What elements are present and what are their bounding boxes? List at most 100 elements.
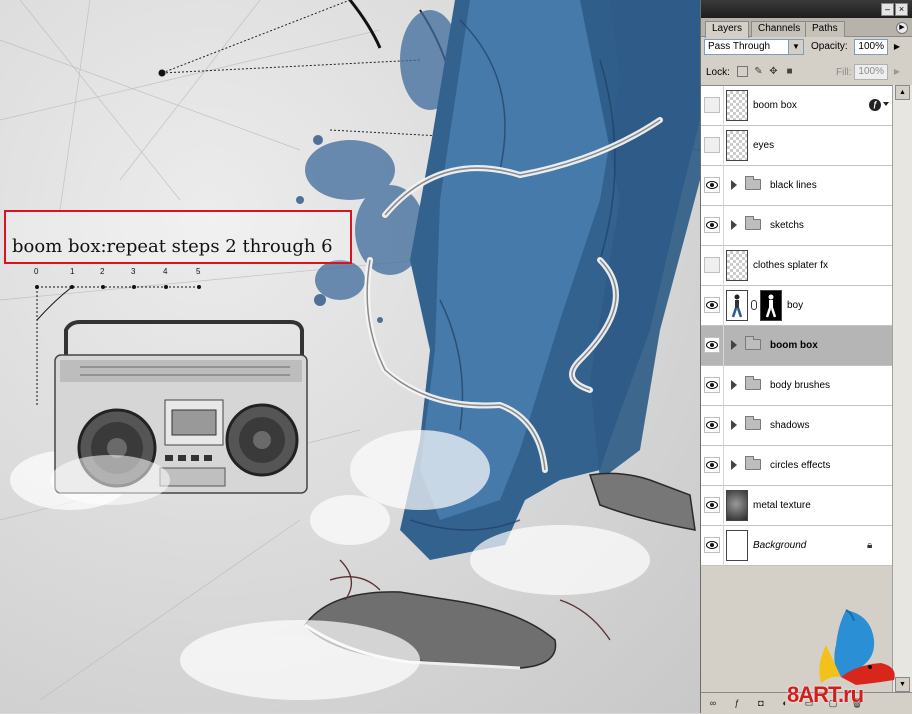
layer-row[interactable]: boy [701,286,892,326]
layer-style-icon[interactable]: ƒ [731,697,743,709]
visibility-toggle[interactable] [704,377,720,393]
fill-slider-arrow-icon[interactable]: ▶ [890,64,904,80]
fill-input[interactable]: 100% [854,64,888,80]
visibility-toggle[interactable] [704,497,720,513]
panel-title-bar[interactable]: – × [701,0,912,18]
layer-name: metal texture [753,500,811,511]
scroll-up-icon[interactable]: ▲ [895,85,910,100]
layer-group-row[interactable]: black lines [701,166,892,206]
layer-name: black lines [770,180,817,191]
visibility-toggle[interactable] [704,177,720,193]
visibility-toggle[interactable] [704,537,720,553]
watermark-text: 8ART.ru [787,682,864,707]
blend-opacity-row: Pass Through ▼ Opacity: 100% ▶ [701,37,912,59]
tab-layers[interactable]: Layers [705,21,750,38]
layer-name: circles effects [770,460,831,471]
folder-icon [745,456,761,470]
expand-group-icon[interactable] [731,460,737,470]
opacity-slider-arrow-icon[interactable]: ▶ [890,39,904,55]
layer-group-row[interactable]: circles effects [701,446,892,486]
layer-thumbnail [726,90,748,121]
minimize-icon[interactable]: – [881,3,894,16]
layer-group-row[interactable]: boom box [701,326,892,366]
folder-icon [745,416,761,430]
eye-icon [706,461,718,469]
opacity-label: Opacity: [811,41,848,52]
layer-mask-thumbnail[interactable] [760,290,782,321]
layers-list: boom box ƒ eyes black lines sketchs clot… [701,85,892,566]
layer-name: boom box [753,100,797,111]
layer-row[interactable]: metal texture [701,486,892,526]
layer-name: Background [753,540,807,551]
layer-thumbnail [726,250,748,281]
lock-fill-row: Lock: ✎ ✥ ■ Fill: 100% ▶ [701,62,912,84]
ruler-tick-label: 0 [34,267,39,276]
artwork [0,0,700,701]
layer-group-row[interactable]: body brushes [701,366,892,406]
layer-thumbnail [726,490,748,521]
blend-mode-select[interactable]: Pass Through ▼ [704,39,804,55]
lock-paint-icon[interactable]: ✎ [753,66,764,77]
folder-icon [745,176,761,190]
lock-move-icon[interactable]: ✥ [768,66,779,77]
tab-paths[interactable]: Paths [805,21,845,37]
layer-row[interactable]: eyes [701,126,892,166]
document-canvas[interactable]: boom box:repeat steps 2 through 6 0 1 2 … [0,0,700,713]
expand-group-icon[interactable] [731,340,737,350]
eye-icon [706,381,718,389]
fill-label: Fill: [836,67,852,78]
layer-name: clothes splater fx [753,260,829,271]
layer-group-row[interactable]: sketchs [701,206,892,246]
eye-icon [706,541,718,549]
folder-icon [745,336,761,350]
link-layers-icon[interactable]: ∞ [707,697,719,709]
boy-figure-icon [731,294,743,318]
layer-row[interactable]: Background 🔒︎ [701,526,892,566]
lock-transparency-icon[interactable] [737,66,748,77]
layer-thumbnail [726,290,748,321]
opacity-input[interactable]: 100% [854,39,888,55]
eye-icon [706,421,718,429]
ruler-tick-label: 1 [70,267,75,276]
layer-group-row[interactable]: shadows [701,406,892,446]
layers-scrollbar[interactable]: ▲ ▼ [892,85,912,692]
visibility-toggle[interactable] [704,417,720,433]
tab-channels[interactable]: Channels [751,21,808,37]
lock-label: Lock: [706,67,730,78]
visibility-toggle[interactable] [704,217,720,233]
visibility-toggle[interactable] [704,297,720,313]
ruler-tick-label: 3 [131,267,136,276]
expand-group-icon[interactable] [731,180,737,190]
expand-group-icon[interactable] [731,220,737,230]
eye-icon [706,501,718,509]
layer-name: shadows [770,420,810,431]
lock-all-icon[interactable]: ■ [784,66,795,77]
visibility-toggle[interactable] [704,97,720,113]
ruler-tick-label: 4 [163,267,168,276]
visibility-toggle[interactable] [704,137,720,153]
visibility-toggle[interactable] [704,457,720,473]
chevron-down-icon: ▼ [788,40,803,54]
folder-icon [745,376,761,390]
eye-icon [706,301,718,309]
ruler-tick-label: 2 [100,267,105,276]
mask-link-icon[interactable] [751,300,757,310]
lock-icon: 🔒︎ [867,540,873,551]
layer-row[interactable]: clothes splater fx [701,246,892,286]
eye-icon [706,341,718,349]
folder-icon [745,216,761,230]
expand-effects-icon[interactable] [883,102,889,106]
add-mask-icon[interactable]: ◘ [755,697,767,709]
eye-icon [706,181,718,189]
visibility-toggle[interactable] [704,337,720,353]
annotation-box: boom box:repeat steps 2 through 6 [4,210,352,264]
layer-row[interactable]: boom box ƒ [701,86,892,126]
layer-thumbnail [726,530,748,561]
close-icon[interactable]: × [895,3,908,16]
layer-name: boy [787,300,804,311]
layer-effects-icon[interactable]: ƒ [869,99,881,111]
expand-group-icon[interactable] [731,380,737,390]
panel-menu-icon[interactable]: ▶ [896,22,908,34]
visibility-toggle[interactable] [704,257,720,273]
expand-group-icon[interactable] [731,420,737,430]
